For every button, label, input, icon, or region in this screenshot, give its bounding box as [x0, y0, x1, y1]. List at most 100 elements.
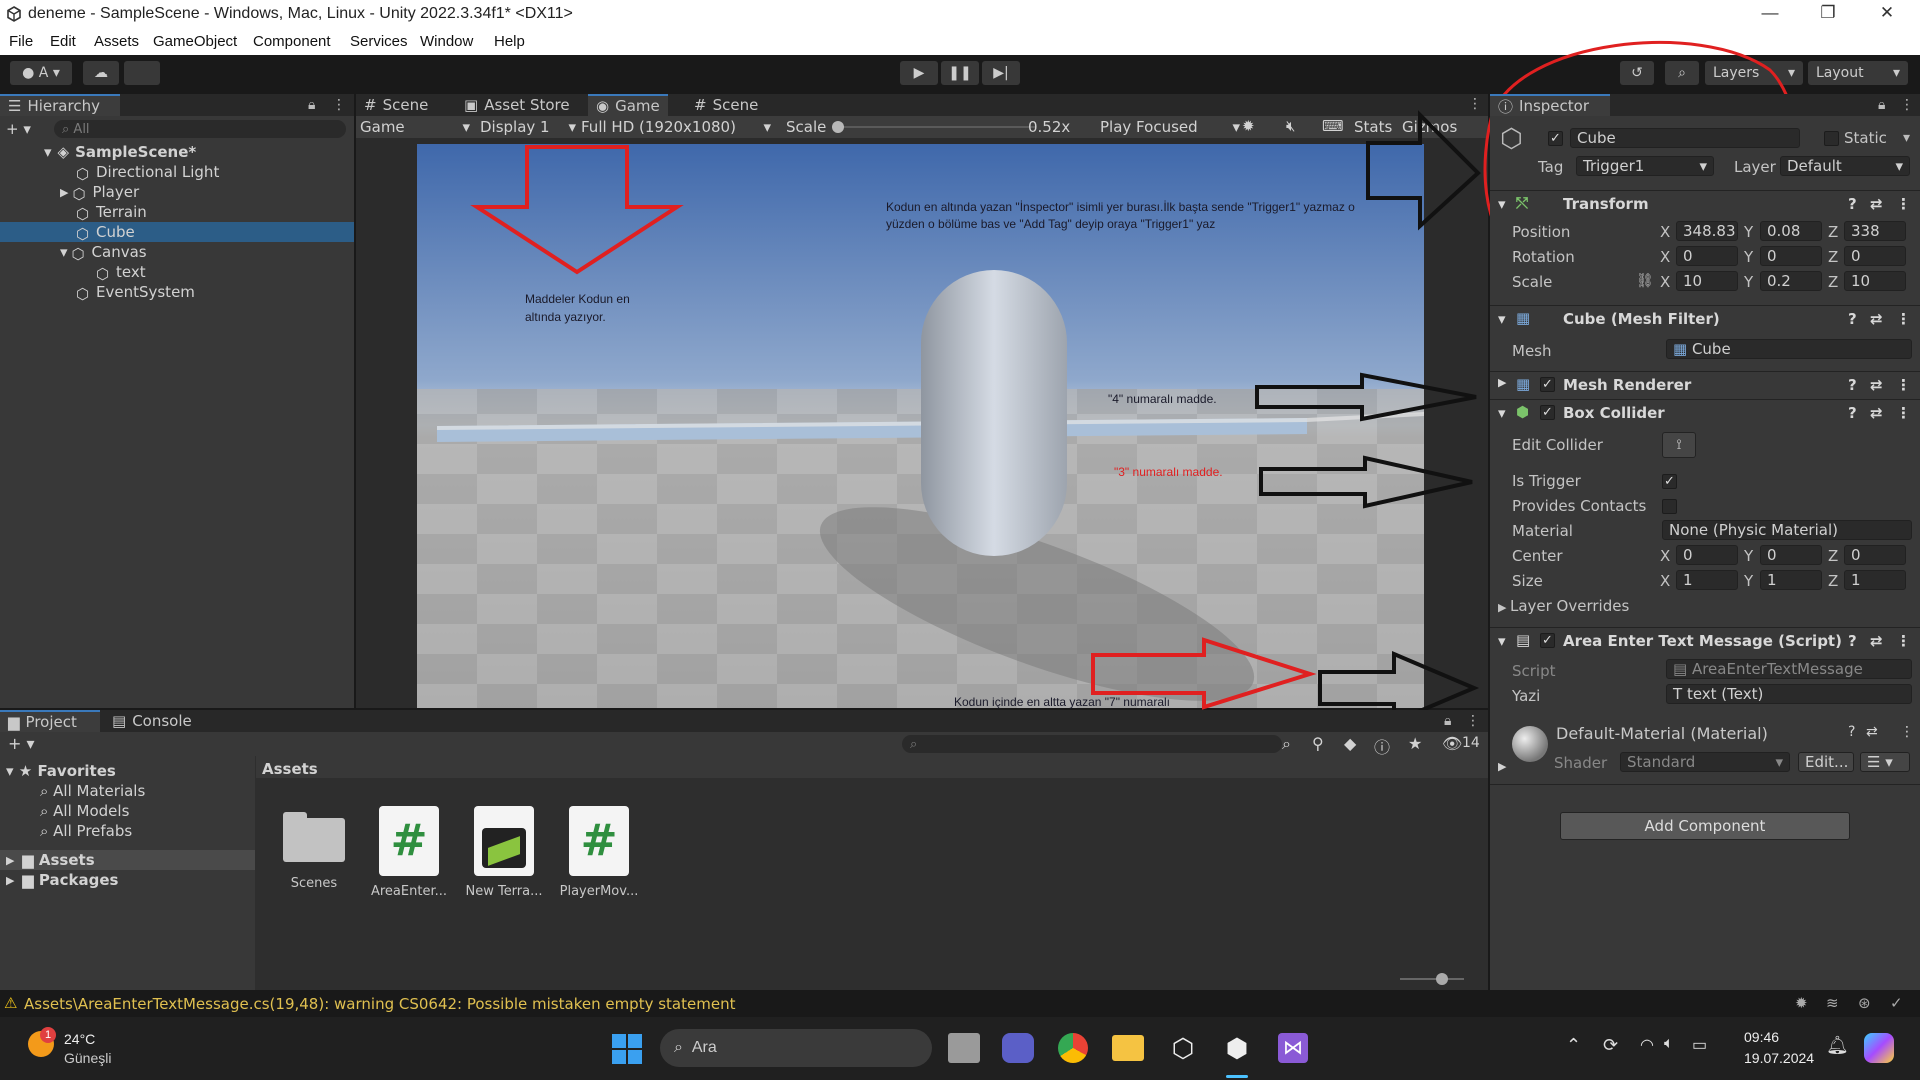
- shader-edit-button[interactable]: Edit...: [1798, 752, 1854, 772]
- preset-icon[interactable]: ⇄: [1870, 632, 1883, 650]
- icon-size-slider[interactable]: [1400, 973, 1464, 985]
- rotation-y-field[interactable]: 0: [1760, 246, 1822, 266]
- icon-size-slider-thumb[interactable]: [1436, 973, 1448, 985]
- position-y-field[interactable]: 0.08: [1760, 221, 1822, 241]
- preset-icon[interactable]: ⇄: [1870, 310, 1883, 328]
- provides-contacts-checkbox[interactable]: [1662, 499, 1677, 514]
- kebab-menu-icon[interactable]: ⋮: [1900, 97, 1914, 113]
- teams-icon[interactable]: [1002, 1033, 1034, 1063]
- help-icon[interactable]: ?: [1848, 724, 1855, 740]
- network-icon[interactable]: ⊛: [1858, 994, 1871, 1012]
- mesh-renderer-header[interactable]: ▶ ▦ ✓ Mesh Renderer ? ⇄ ⋮: [1490, 371, 1920, 397]
- position-x-field[interactable]: 348.83: [1676, 221, 1738, 241]
- layer-overrides-foldout[interactable]: ▶ Layer Overrides: [1498, 597, 1629, 615]
- size-z-field[interactable]: 1: [1844, 570, 1906, 590]
- asset-player-movement-script[interactable]: # PlayerMov...: [553, 806, 645, 899]
- lock-icon[interactable]: 🔒︎: [1444, 713, 1451, 729]
- kebab-menu-icon[interactable]: ⋮: [1896, 195, 1911, 213]
- create-asset-button[interactable]: + ▾: [8, 734, 35, 753]
- is-trigger-checkbox[interactable]: ✓: [1662, 474, 1677, 489]
- unity-hub-icon[interactable]: ⬡: [1168, 1033, 1198, 1063]
- lock-icon[interactable]: 🔒︎: [1878, 97, 1885, 113]
- size-x-field[interactable]: 1: [1676, 570, 1738, 590]
- asset-new-terrain[interactable]: New Terra...: [458, 806, 550, 899]
- file-explorer-icon[interactable]: [1112, 1035, 1144, 1061]
- center-z-field[interactable]: 0: [1844, 545, 1906, 565]
- asset-area-enter-script[interactable]: # AreaEnter...: [363, 806, 455, 899]
- mesh-field[interactable]: ▦ Cube: [1666, 339, 1912, 359]
- shader-options-button[interactable]: ☰ ▾: [1860, 752, 1910, 772]
- wifi-icon[interactable]: ◠: [1640, 1035, 1654, 1055]
- static-checkbox[interactable]: [1824, 131, 1839, 146]
- taskbar-search-input[interactable]: ⌕ Ara: [660, 1029, 932, 1067]
- kebab-menu-icon[interactable]: ⋮: [1900, 724, 1914, 740]
- windows-start-icon[interactable]: [612, 1034, 642, 1064]
- yazi-field[interactable]: T text (Text): [1666, 684, 1912, 704]
- center-y-field[interactable]: 0: [1760, 545, 1822, 565]
- edit-collider-button[interactable]: ⟟: [1662, 432, 1696, 458]
- box-collider-header[interactable]: ▾ ⬢ ✓ Box Collider ? ⇄ ⋮: [1490, 399, 1920, 425]
- tree-packages[interactable]: ▶ ▆ Packages: [0, 870, 255, 890]
- scale-x-field[interactable]: 10: [1676, 271, 1738, 291]
- chevron-up-icon[interactable]: ⌃: [1566, 1035, 1581, 1056]
- visibility-icon[interactable]: 👁︎: [1442, 734, 1462, 753]
- center-x-field[interactable]: 0: [1676, 545, 1738, 565]
- warning-filter-icon[interactable]: ⓘ: [1374, 734, 1390, 758]
- preset-icon[interactable]: ⇄: [1870, 376, 1883, 394]
- help-icon[interactable]: ?: [1848, 404, 1857, 422]
- transform-header[interactable]: ▾ ⤲ Transform ? ⇄ ⋮: [1490, 190, 1920, 216]
- search-filter-icon[interactable]: ⌕: [1282, 734, 1291, 754]
- layer-dropdown[interactable]: Default ▾: [1780, 156, 1910, 176]
- tab-console[interactable]: ▤ Console: [104, 710, 200, 732]
- script-checkbox[interactable]: ✓: [1540, 633, 1555, 648]
- kebab-menu-icon[interactable]: ⋮: [1896, 404, 1911, 422]
- chevron-right-icon[interactable]: ▶: [1498, 760, 1506, 773]
- label-icon[interactable]: ◆: [1344, 734, 1356, 753]
- tree-assets[interactable]: ▶ ▆ Assets: [0, 850, 255, 870]
- chevron-down-icon[interactable]: ▾: [1903, 130, 1910, 146]
- physic-material-field[interactable]: None (Physic Material): [1662, 520, 1912, 540]
- kebab-menu-icon[interactable]: ⋮: [1896, 310, 1911, 328]
- fav-all-models[interactable]: ⌕ All Models: [40, 802, 129, 820]
- star-icon[interactable]: ★: [1408, 734, 1422, 753]
- clock-time[interactable]: 09:46: [1744, 1029, 1779, 1045]
- active-checkbox[interactable]: ✓: [1548, 131, 1563, 146]
- console-warning-message[interactable]: Assets\AreaEnterTextMessage.cs(19,48): w…: [24, 995, 735, 1013]
- kebab-menu-icon[interactable]: ⋮: [1896, 376, 1911, 394]
- task-view-icon[interactable]: [948, 1033, 980, 1063]
- mesh-renderer-checkbox[interactable]: ✓: [1540, 377, 1555, 392]
- visual-studio-icon[interactable]: ⋈: [1278, 1033, 1308, 1063]
- preset-icon[interactable]: ⇄: [1870, 195, 1883, 213]
- size-y-field[interactable]: 1: [1760, 570, 1822, 590]
- fav-all-prefabs[interactable]: ⌕ All Prefabs: [40, 822, 132, 840]
- object-name-field[interactable]: Cube: [1570, 128, 1800, 148]
- battery-icon[interactable]: ▭: [1692, 1035, 1707, 1055]
- rotation-z-field[interactable]: 0: [1844, 246, 1906, 266]
- rotation-x-field[interactable]: 0: [1676, 246, 1738, 266]
- unity-editor-icon[interactable]: ⬢: [1222, 1033, 1252, 1063]
- copilot-icon[interactable]: [1864, 1033, 1894, 1063]
- kebab-menu-icon[interactable]: ⋮: [1466, 713, 1480, 729]
- fav-all-materials[interactable]: ⌕ All Materials: [40, 782, 145, 800]
- asset-scenes-folder[interactable]: Scenes: [268, 806, 360, 891]
- clock-date[interactable]: 19.07.2024: [1744, 1050, 1814, 1066]
- tab-project[interactable]: ▆ Project: [0, 710, 100, 732]
- tag-dropdown[interactable]: Trigger1 ▾: [1576, 156, 1714, 176]
- add-component-button[interactable]: Add Component: [1560, 812, 1850, 840]
- tab-inspector[interactable]: ⓘ Inspector: [1490, 94, 1610, 116]
- scale-z-field[interactable]: 10: [1844, 271, 1906, 291]
- script-component-header[interactable]: ▾ ▤ ✓ Area Enter Text Message (Script) ?…: [1490, 627, 1920, 653]
- filter-type-icon[interactable]: ⚲: [1312, 734, 1324, 753]
- sync-icon[interactable]: ⟳: [1603, 1035, 1618, 1056]
- help-icon[interactable]: ?: [1848, 632, 1857, 650]
- box-collider-checkbox[interactable]: ✓: [1540, 405, 1555, 420]
- project-search-input[interactable]: ⌕: [902, 735, 1282, 753]
- kebab-menu-icon[interactable]: ⋮: [1896, 632, 1911, 650]
- favorites-foldout[interactable]: ▾ ★ Favorites: [6, 762, 116, 780]
- mesh-filter-header[interactable]: ▾ ▦ Cube (Mesh Filter) ? ⇄ ⋮: [1490, 305, 1920, 331]
- notification-bell-icon[interactable]: 🔔︎: [1826, 1035, 1849, 1056]
- constrain-proportions-icon[interactable]: ⛓: [1636, 273, 1654, 289]
- debug-icon[interactable]: ✹: [1795, 994, 1808, 1012]
- help-icon[interactable]: ?: [1848, 195, 1857, 213]
- volume-icon[interactable]: 🔈︎: [1664, 1035, 1674, 1053]
